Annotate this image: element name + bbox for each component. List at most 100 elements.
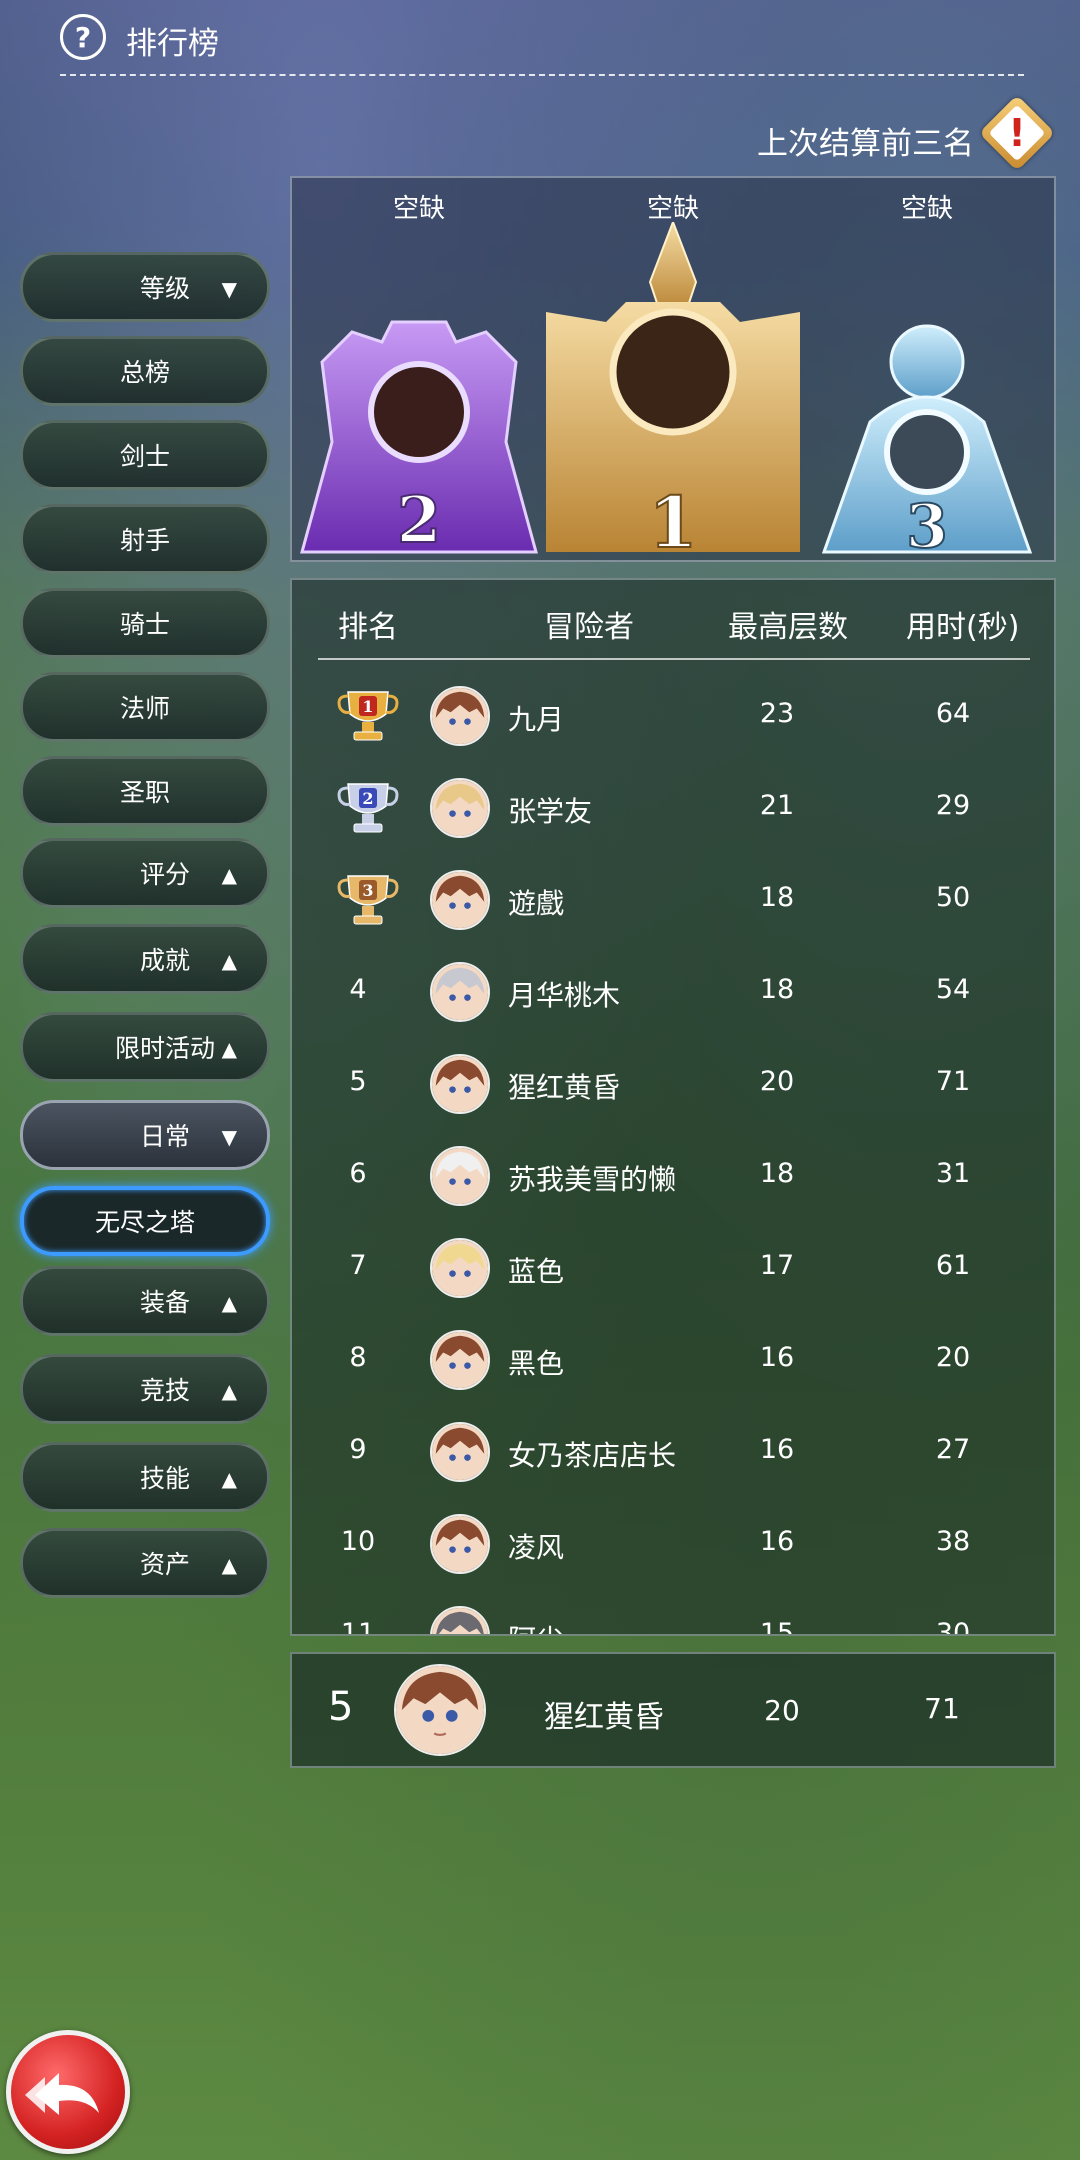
back-arrow-icon (25, 2073, 99, 2115)
sidebar-category-score[interactable]: 评分 ▲ (20, 838, 270, 908)
rank-2-trophy-icon: 2 (337, 783, 399, 833)
sidebar-item-overall[interactable]: 总榜 (20, 336, 270, 406)
avatar (430, 1146, 490, 1206)
header-divider (318, 658, 1030, 660)
max-floor: 18 (759, 974, 795, 1005)
sidebar-category-level[interactable]: 等级 ▼ (20, 252, 270, 322)
question-icon: ? (74, 20, 92, 54)
avatar (430, 870, 490, 930)
caret-up-icon: ▲ (221, 1467, 237, 1491)
player-name: 遊戲 (508, 887, 565, 920)
sidebar-category-equipment[interactable]: 装备 ▲ (20, 1266, 270, 1336)
sidebar-item-endless-tower[interactable]: 无尽之塔 (20, 1186, 270, 1256)
rank-number: 4 (349, 974, 367, 1005)
podium-third-label: 空缺 (900, 194, 953, 224)
time-seconds: 20 (935, 1342, 971, 1373)
sidebar-item-swordsman[interactable]: 剑士 (20, 420, 270, 490)
caret-up-icon: ▲ (221, 1553, 237, 1577)
header-divider (60, 74, 1024, 76)
rank-1-trophy-icon: 1 (337, 691, 399, 741)
time-seconds: 38 (935, 1526, 971, 1557)
time-seconds: 31 (935, 1158, 971, 1189)
my-rank-number: 5 (328, 1684, 354, 1730)
avatar (430, 1238, 490, 1298)
rank-number: 7 (349, 1250, 367, 1281)
max-floor: 21 (759, 790, 795, 821)
sidebar-category-skill[interactable]: 技能 ▲ (20, 1442, 270, 1512)
player-name: 阿尘 (508, 1618, 564, 1634)
table-row[interactable]: 5 猩红黄昏 20 71 (292, 1038, 1054, 1130)
table-row[interactable]: 4 月华桃木 18 54 (292, 946, 1054, 1038)
max-floor: 15 (759, 1618, 795, 1636)
my-avatar (394, 1664, 486, 1756)
table-row[interactable]: 7 蓝色 17 61 (292, 1222, 1054, 1314)
sidebar-item-knight[interactable]: 骑士 (20, 588, 270, 658)
avatar (430, 1422, 490, 1482)
svg-text:2: 2 (397, 483, 442, 558)
first-place-trophy-icon[interactable]: 1 (546, 222, 800, 560)
ranking-table[interactable]: 排名 冒险者 最高层数 用时(秒) 1 九月 23 64 2 张学友 21 29… (290, 578, 1056, 1636)
sidebar-category-assets[interactable]: 资产 ▲ (20, 1528, 270, 1598)
sidebar-item-archer[interactable]: 射手 (20, 504, 270, 574)
time-seconds: 50 (935, 882, 971, 913)
avatar (430, 1606, 490, 1634)
avatar (430, 778, 490, 838)
table-row[interactable]: 1 九月 23 64 (292, 670, 1054, 762)
sidebar-category-achievement[interactable]: 成就 ▲ (20, 924, 270, 994)
avatar (430, 962, 490, 1022)
max-floor: 18 (759, 882, 795, 913)
rank-3-trophy-icon: 3 (337, 875, 399, 925)
sidebar-category-limited-event[interactable]: 限时活动 ▲ (20, 1012, 270, 1082)
sidebar-category-daily[interactable]: 日常 ▼ (20, 1100, 270, 1170)
table-row[interactable]: 2 张学友 21 29 (292, 762, 1054, 854)
table-row[interactable]: 11 阿尘 15 30 (292, 1590, 1054, 1636)
avatar (430, 1330, 490, 1390)
page-title: 排行榜 (126, 26, 219, 62)
avatar (430, 1514, 490, 1574)
my-player-name: 猩红黄昏 (544, 1700, 664, 1735)
player-name: 张学友 (508, 795, 593, 828)
back-button[interactable] (6, 2030, 130, 2154)
table-row[interactable]: 8 黑色 16 20 (292, 1314, 1054, 1406)
player-name: 月华桃木 (508, 979, 621, 1012)
max-floor: 16 (759, 1342, 795, 1373)
max-floor: 20 (759, 1066, 795, 1097)
player-name: 黑色 (508, 1347, 565, 1380)
time-seconds: 27 (935, 1434, 971, 1465)
exclamation-icon[interactable]: ! (990, 106, 1044, 160)
table-row[interactable]: 9 女乃茶店店长 16 27 (292, 1406, 1054, 1498)
rank-number: 10 (340, 1526, 376, 1557)
player-name: 女乃茶店店长 (508, 1439, 677, 1472)
my-time: 71 (924, 1692, 960, 1725)
max-floor: 18 (759, 1158, 795, 1189)
time-seconds: 61 (935, 1250, 971, 1281)
top-three-podium: 空缺 空缺 空缺 2 1 3 (290, 176, 1056, 562)
time-seconds: 71 (935, 1066, 971, 1097)
player-name: 猩红黄昏 (508, 1071, 621, 1104)
caret-down-icon: ▼ (221, 1125, 237, 1149)
column-header-time: 用时(秒) (906, 610, 1020, 645)
sidebar-item-priest[interactable]: 圣职 (20, 756, 270, 826)
caret-up-icon: ▲ (221, 863, 237, 887)
max-floor: 16 (759, 1526, 795, 1557)
svg-text:3: 3 (362, 881, 373, 900)
player-name: 苏我美雪的懒 (508, 1163, 677, 1196)
sidebar-category-arena[interactable]: 竞技 ▲ (20, 1354, 270, 1424)
table-row[interactable]: 3 遊戲 18 50 (292, 854, 1054, 946)
svg-text:3: 3 (906, 492, 948, 560)
help-button[interactable]: ? (60, 14, 106, 60)
second-place-trophy-icon[interactable]: 2 (292, 222, 546, 560)
time-seconds: 30 (935, 1618, 971, 1636)
max-floor: 17 (759, 1250, 795, 1281)
rank-number: 8 (349, 1342, 367, 1373)
last-top-three-label: 上次结算前三名 (757, 126, 974, 162)
table-row[interactable]: 10 凌风 16 38 (292, 1498, 1054, 1590)
player-name: 凌风 (508, 1531, 565, 1564)
my-rank-bar[interactable]: 5 猩红黄昏 20 71 (290, 1652, 1056, 1768)
rank-number: 5 (349, 1066, 367, 1097)
third-place-trophy-icon[interactable]: 3 (800, 222, 1054, 560)
table-row[interactable]: 6 苏我美雪的懒 18 31 (292, 1130, 1054, 1222)
caret-up-icon: ▲ (221, 1379, 237, 1403)
sidebar-item-mage[interactable]: 法师 (20, 672, 270, 742)
player-name: 九月 (508, 703, 565, 736)
